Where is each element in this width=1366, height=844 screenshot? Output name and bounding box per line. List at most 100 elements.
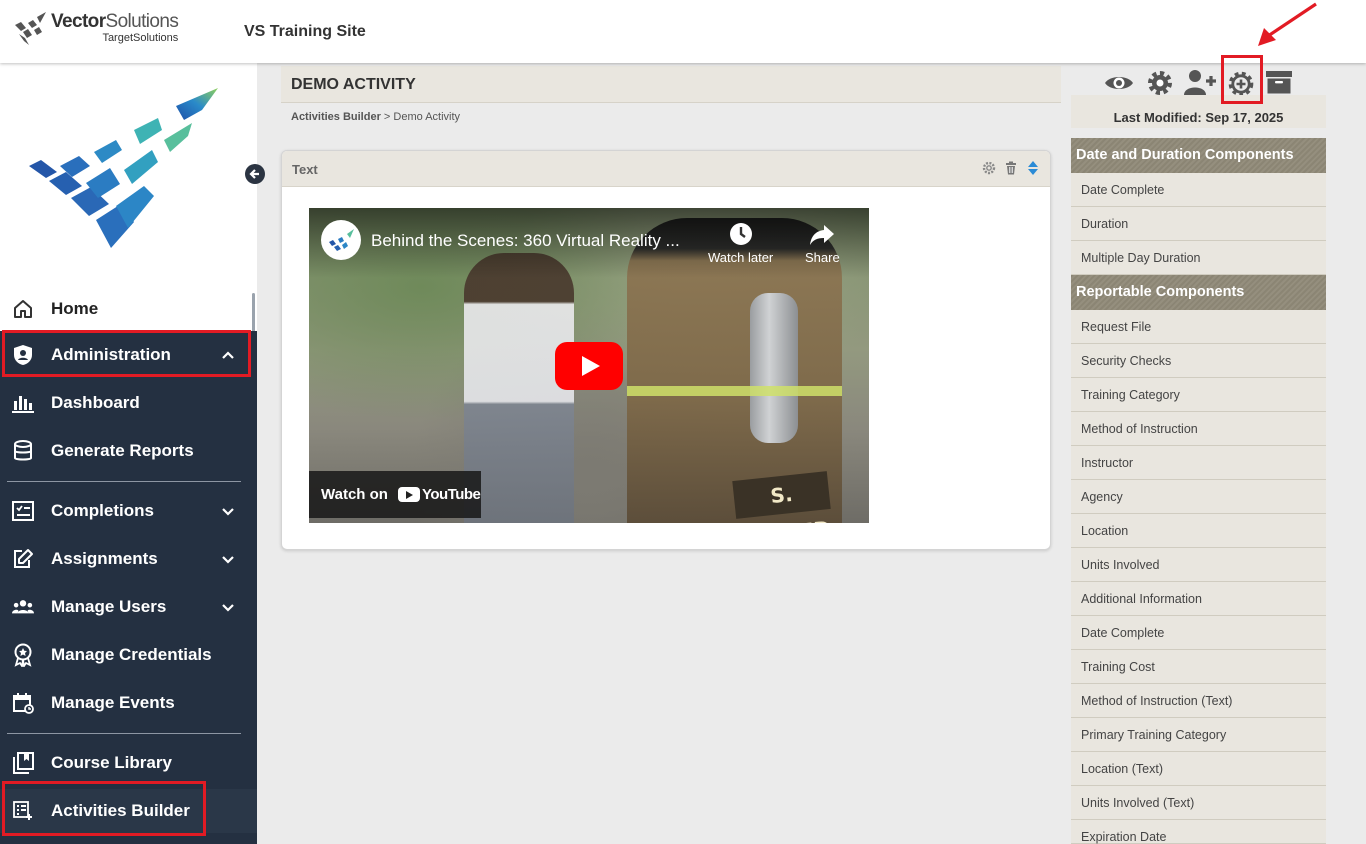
nav-generate-reports[interactable]: Generate Reports	[0, 429, 257, 473]
nav-assignments[interactable]: Assignments	[0, 537, 257, 581]
page-title: DEMO ACTIVITY	[291, 76, 416, 93]
component-item[interactable]: Request File	[1071, 310, 1326, 344]
nav-assignments-label: Assignments	[51, 549, 158, 568]
annotation-arrow-icon	[1258, 2, 1317, 46]
brand-name: VectorSolutions	[51, 11, 179, 32]
component-item[interactable]: Security Checks	[1071, 344, 1326, 378]
breadcrumb-activities-builder-link[interactable]: Activities Builder	[291, 111, 381, 123]
activity-toolbar	[1071, 63, 1326, 98]
component-item[interactable]: Units Involved (Text)	[1071, 786, 1326, 820]
nav-completions[interactable]: Completions	[0, 489, 257, 533]
chevron-down-icon	[220, 551, 236, 567]
breadcrumb-separator: >	[383, 111, 391, 123]
vector-logo-mark-icon	[13, 11, 47, 47]
nav-divider	[7, 733, 241, 734]
component-item[interactable]: Instructor	[1071, 446, 1326, 480]
component-item[interactable]: Training Cost	[1071, 650, 1326, 684]
section-date-duration-header[interactable]: Date and Duration Components	[1071, 138, 1326, 173]
checklist-icon	[12, 500, 34, 522]
component-item[interactable]: Primary Training Category	[1071, 718, 1326, 752]
add-component-gear-icon[interactable]	[1226, 68, 1256, 98]
chevron-down-icon	[220, 503, 236, 519]
component-item[interactable]: Expiration Date	[1071, 820, 1326, 844]
top-header: VectorSolutions TargetSolutions VS Train…	[0, 0, 1366, 63]
vector-solutions-logo[interactable]: VectorSolutions TargetSolutions	[13, 11, 179, 47]
gear-icon[interactable]	[1145, 68, 1175, 98]
text-component-card: Text S. WHITED Behind the Scenes: 360 Vi…	[281, 150, 1051, 550]
nav-home-label: Home	[51, 299, 99, 318]
youtube-video-embed[interactable]: S. WHITED Behind the Scenes: 360 Virtual…	[309, 208, 869, 523]
nav-administration-label: Administration	[51, 345, 171, 364]
settings-gear-icon[interactable]	[982, 161, 996, 175]
component-item[interactable]: Date Complete	[1071, 616, 1326, 650]
arrow-left-icon	[249, 169, 259, 179]
add-user-icon[interactable]	[1183, 68, 1216, 98]
nav-manage-users-label: Manage Users	[51, 597, 167, 616]
section-reportable-header[interactable]: Reportable Components	[1071, 275, 1326, 310]
nav-dashboard[interactable]: Dashboard	[0, 381, 257, 425]
share-icon	[808, 220, 836, 248]
card-title: Text	[292, 162, 318, 177]
breadcrumb-current: Demo Activity	[393, 111, 461, 123]
nav-activities-builder-label: Activities Builder	[51, 801, 190, 820]
component-item[interactable]: Duration	[1071, 207, 1326, 241]
youtube-play-icon	[397, 487, 420, 502]
page-title-bar: DEMO ACTIVITY	[281, 66, 1061, 103]
chevron-up-icon	[220, 347, 236, 363]
sidebar-collapse-button[interactable]	[245, 164, 265, 184]
nav-manage-events[interactable]: Manage Events	[0, 681, 257, 725]
nav-home[interactable]: Home	[0, 288, 257, 330]
nav-generate-reports-label: Generate Reports	[51, 441, 194, 460]
nav-completions-label: Completions	[51, 501, 154, 520]
card-header: Text	[282, 151, 1050, 187]
share-button[interactable]: Share	[805, 220, 840, 265]
users-icon	[12, 596, 34, 618]
component-item[interactable]: Method of Instruction (Text)	[1071, 684, 1326, 718]
video-scene-air-tank	[750, 293, 798, 443]
trash-icon[interactable]	[1004, 161, 1018, 175]
youtube-wordmark: YouTube	[421, 486, 481, 503]
eye-icon[interactable]	[1104, 68, 1134, 98]
component-item[interactable]: Agency	[1071, 480, 1326, 514]
last-modified-bar: Last Modified: Sep 17, 2025	[1071, 95, 1326, 128]
video-scene-reflective-stripe	[627, 386, 842, 396]
component-item[interactable]: Units Involved	[1071, 548, 1326, 582]
activities-icon	[12, 800, 34, 822]
library-icon	[12, 752, 34, 774]
component-item[interactable]: Location (Text)	[1071, 752, 1326, 786]
home-icon	[12, 298, 34, 320]
nav-manage-users[interactable]: Manage Users	[0, 585, 257, 629]
component-item[interactable]: Training Category	[1071, 378, 1326, 412]
watch-on-youtube-button[interactable]: Watch on YouTube	[309, 471, 481, 518]
admin-nav-panel: Administration Dashboard Generate Report…	[0, 331, 257, 844]
component-item[interactable]: Additional Information	[1071, 582, 1326, 616]
components-panel: Date and Duration Components Date Comple…	[1071, 138, 1326, 844]
last-modified-text: Last Modified: Sep 17, 2025	[1113, 110, 1284, 125]
component-item[interactable]: Multiple Day Duration	[1071, 241, 1326, 275]
database-icon	[12, 440, 34, 462]
card-tools	[982, 161, 1040, 175]
component-item[interactable]: Location	[1071, 514, 1326, 548]
youtube-logo: YouTube	[397, 486, 481, 503]
component-item[interactable]: Method of Instruction	[1071, 412, 1326, 446]
bar-chart-icon	[12, 392, 34, 414]
edit-icon	[12, 548, 34, 570]
nav-course-library-label: Course Library	[51, 753, 172, 772]
watch-later-label: Watch later	[708, 250, 774, 265]
component-item[interactable]: Date Complete	[1071, 173, 1326, 207]
chevron-down-icon	[220, 599, 236, 615]
nav-course-library[interactable]: Course Library	[0, 741, 257, 785]
nav-manage-credentials[interactable]: Manage Credentials	[0, 633, 257, 677]
watch-later-button[interactable]: Watch later	[708, 220, 773, 265]
nav-manage-events-label: Manage Events	[51, 693, 175, 712]
nav-activities-builder[interactable]: Activities Builder	[0, 789, 257, 833]
award-icon	[12, 643, 34, 667]
calendar-icon	[12, 692, 34, 714]
reorder-arrows-icon[interactable]	[1026, 161, 1040, 175]
channel-avatar-icon[interactable]	[321, 220, 361, 260]
archive-icon[interactable]	[1264, 68, 1294, 98]
play-button[interactable]	[555, 342, 623, 390]
share-label: Share	[805, 250, 840, 265]
video-title[interactable]: Behind the Scenes: 360 Virtual Reality .…	[371, 231, 701, 251]
nav-administration[interactable]: Administration	[0, 333, 257, 377]
